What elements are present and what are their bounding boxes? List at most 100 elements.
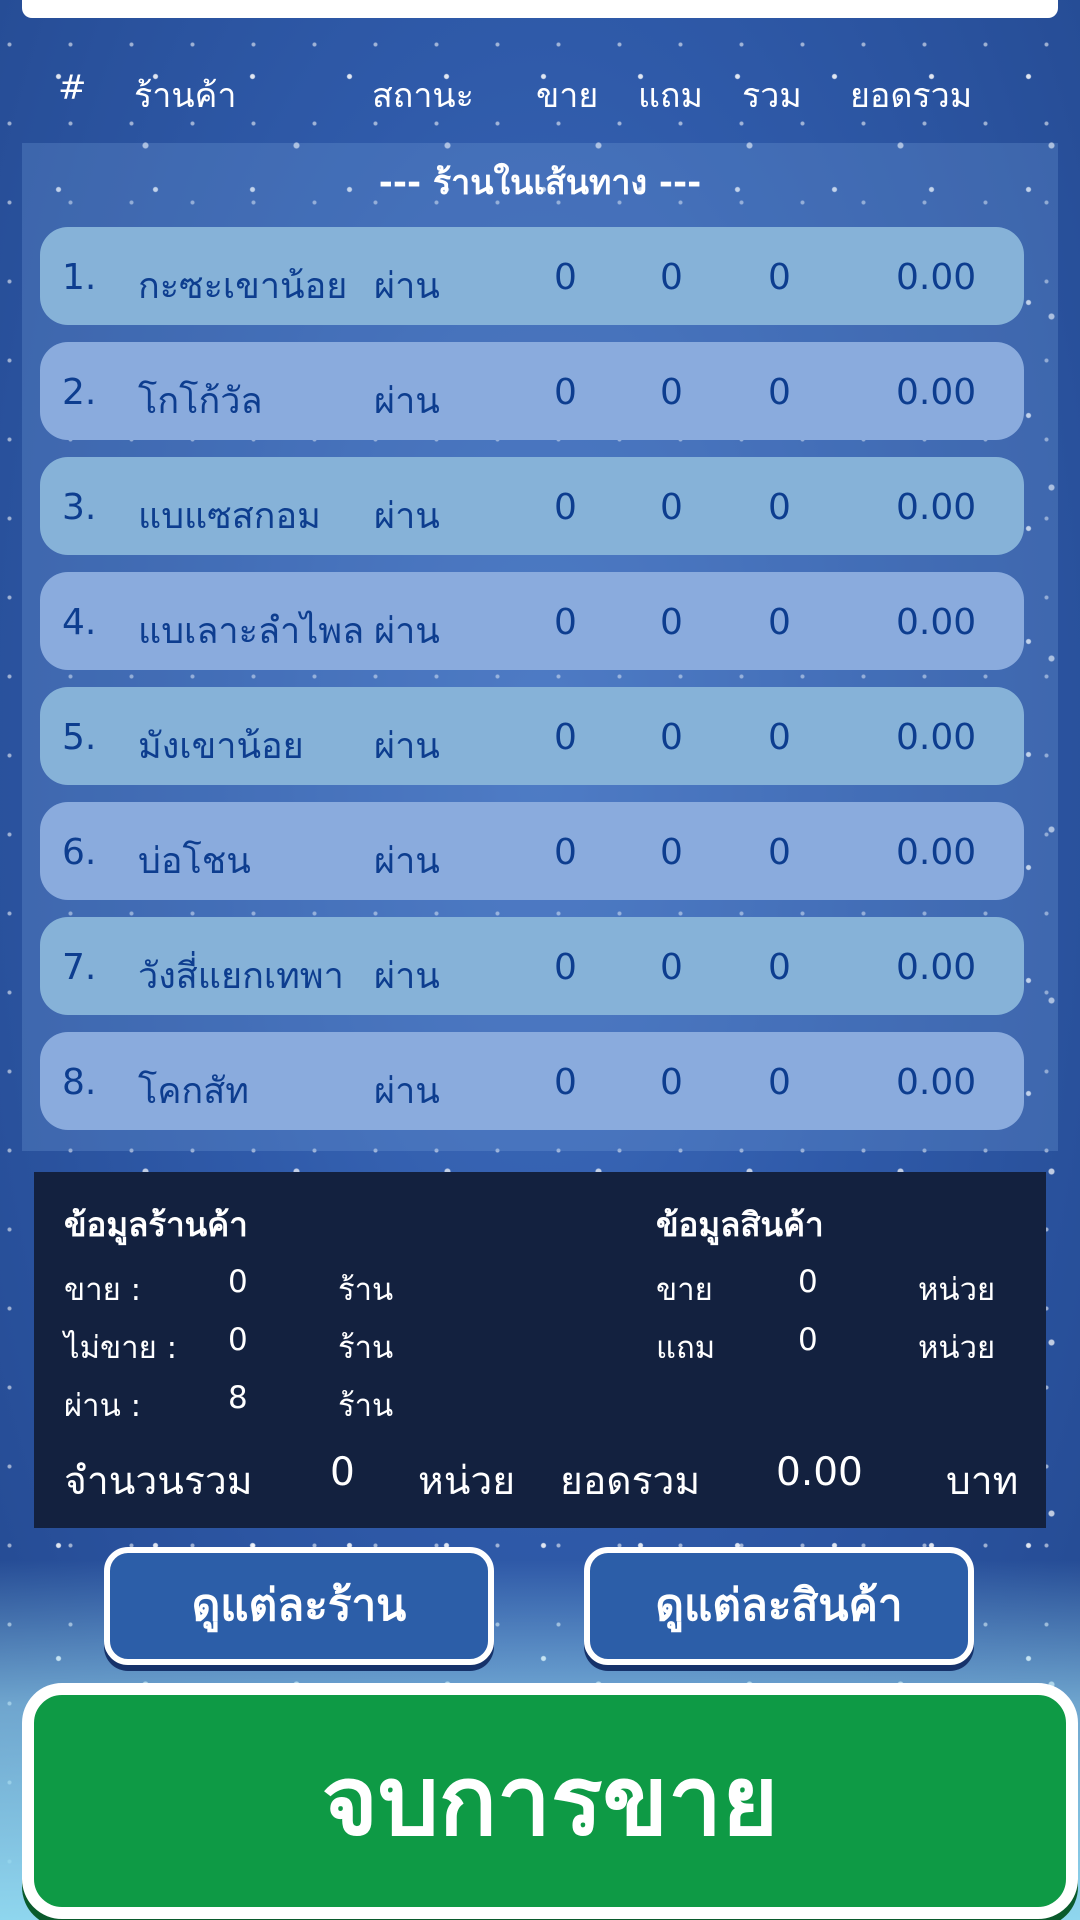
product-free-label: แถม (656, 1330, 716, 1366)
row-free: 0 (660, 602, 683, 643)
product-sell-label: ขาย (656, 1272, 713, 1308)
total-amount-value: 0.00 (776, 1450, 863, 1495)
row-shop-name: แบเลาะลำไพล (138, 611, 365, 652)
row-amount: 0.00 (896, 602, 977, 643)
row-free: 0 (660, 717, 683, 758)
row-shop-name: กะซะเขาน้อย (138, 266, 348, 307)
row-free: 0 (660, 487, 683, 528)
row-status: ผ่าน (374, 1071, 440, 1112)
row-sell: 0 (554, 717, 577, 758)
shop-row[interactable]: 8. โคกสัท ผ่าน 0 0 0 0.00 (40, 1032, 1024, 1130)
row-number: 5. (62, 717, 97, 758)
row-total: 0 (768, 602, 791, 643)
row-free: 0 (660, 372, 683, 413)
row-number: 7. (62, 947, 97, 988)
row-amount: 0.00 (896, 487, 977, 528)
row-amount: 0.00 (896, 832, 977, 873)
header-status: สถานะ (372, 76, 474, 116)
row-status: ผ่าน (374, 266, 440, 307)
row-number: 6. (62, 832, 97, 873)
row-status: ผ่าน (374, 956, 440, 997)
row-sell: 0 (554, 487, 577, 528)
row-status: ผ่าน (374, 496, 440, 537)
shop-sell-unit: ร้าน (338, 1272, 394, 1308)
row-total: 0 (768, 947, 791, 988)
row-shop-name: มังเขาน้อย (138, 726, 304, 767)
total-qty-value: 0 (330, 1450, 355, 1495)
shop-row[interactable]: 6. บ่อโชน ผ่าน 0 0 0 0.00 (40, 802, 1024, 900)
product-sell-unit: หน่วย (918, 1272, 996, 1308)
shop-sell-label: ขาย : (64, 1272, 142, 1308)
header-free: แถม (638, 76, 703, 116)
header-sell: ขาย (536, 76, 599, 116)
row-amount: 0.00 (896, 717, 977, 758)
view-by-product-button[interactable]: ดูแต่ละสินค้า (584, 1547, 974, 1665)
header-number: # (58, 68, 87, 108)
row-number: 2. (62, 372, 97, 413)
row-number: 8. (62, 1062, 97, 1103)
row-status: ผ่าน (374, 726, 440, 767)
shop-notsell-label: ไม่ขาย : (64, 1330, 178, 1366)
row-free: 0 (660, 1062, 683, 1103)
row-shop-name: วังสี่แยกเทพา (138, 956, 344, 997)
product-info-title: ข้อมูลสินค้า (656, 1205, 824, 1244)
row-shop-name: โกโก้วัล (138, 381, 263, 422)
row-sell: 0 (554, 832, 577, 873)
shop-list-panel: --- ร้านในเส้นทาง --- 1. กะซะเขาน้อย ผ่าน 0… (22, 143, 1058, 1151)
row-total: 0 (768, 832, 791, 873)
shop-info-title: ข้อมูลร้านค้า (64, 1205, 248, 1244)
product-free-value: 0 (798, 1322, 818, 1358)
row-number: 4. (62, 602, 97, 643)
section-title: --- ร้านในเส้นทาง --- (378, 163, 702, 203)
row-shop-name: บ่อโชน (138, 841, 251, 882)
row-amount: 0.00 (896, 947, 977, 988)
shop-pass-value: 8 (228, 1380, 248, 1416)
row-sell: 0 (554, 947, 577, 988)
view-by-shop-button[interactable]: ดูแต่ละร้าน (104, 1547, 494, 1665)
row-shop-name: แบแซสกอม (138, 496, 321, 537)
total-qty-label: จำนวนรวม (64, 1459, 253, 1504)
row-sell: 0 (554, 1062, 577, 1103)
row-status: ผ่าน (374, 841, 440, 882)
total-qty-unit: หน่วย (418, 1459, 516, 1504)
row-shop-name: โคกสัท (138, 1071, 249, 1112)
shop-row[interactable]: 4. แบเลาะลำไพล ผ่าน 0 0 0 0.00 (40, 572, 1024, 670)
row-total: 0 (768, 372, 791, 413)
row-free: 0 (660, 257, 683, 298)
total-amount-label: ยอดรวม (560, 1459, 701, 1504)
header-amount: ยอดรวม (850, 76, 973, 116)
row-total: 0 (768, 1062, 791, 1103)
shop-notsell-unit: ร้าน (338, 1330, 394, 1366)
row-amount: 0.00 (896, 257, 977, 298)
top-bar (22, 0, 1058, 18)
row-total: 0 (768, 257, 791, 298)
row-total: 0 (768, 717, 791, 758)
shop-row[interactable]: 5. มังเขาน้อย ผ่าน 0 0 0 0.00 (40, 687, 1024, 785)
row-number: 3. (62, 487, 97, 528)
shop-pass-unit: ร้าน (338, 1388, 394, 1424)
shop-pass-label: ผ่าน : (64, 1388, 142, 1424)
header-shop: ร้านค้า (134, 76, 237, 116)
row-sell: 0 (554, 257, 577, 298)
shop-row[interactable]: 1. กะซะเขาน้อย ผ่าน 0 0 0 0.00 (40, 227, 1024, 325)
shop-sell-value: 0 (228, 1264, 248, 1300)
shop-notsell-value: 0 (228, 1322, 248, 1358)
header-total: รวม (742, 76, 802, 116)
total-amount-unit: บาท (946, 1459, 1019, 1504)
end-sale-button[interactable]: จบการขาย (22, 1683, 1078, 1919)
shop-row[interactable]: 2. โกโก้วัล ผ่าน 0 0 0 0.00 (40, 342, 1024, 440)
shop-row[interactable]: 3. แบแซสกอม ผ่าน 0 0 0 0.00 (40, 457, 1024, 555)
row-amount: 0.00 (896, 372, 977, 413)
product-sell-value: 0 (798, 1264, 818, 1300)
row-number: 1. (62, 257, 97, 298)
row-sell: 0 (554, 602, 577, 643)
row-sell: 0 (554, 372, 577, 413)
table-header: # ร้านค้า สถานะ ขาย แถม รวม ยอดรวม (0, 58, 1080, 118)
row-amount: 0.00 (896, 1062, 977, 1103)
summary-panel: ข้อมูลร้านค้า ข้อมูลสินค้า ขาย : 0 ร้าน … (34, 1172, 1046, 1528)
row-status: ผ่าน (374, 611, 440, 652)
shop-row[interactable]: 7. วังสี่แยกเทพา ผ่าน 0 0 0 0.00 (40, 917, 1024, 1015)
product-free-unit: หน่วย (918, 1330, 996, 1366)
row-free: 0 (660, 947, 683, 988)
row-free: 0 (660, 832, 683, 873)
